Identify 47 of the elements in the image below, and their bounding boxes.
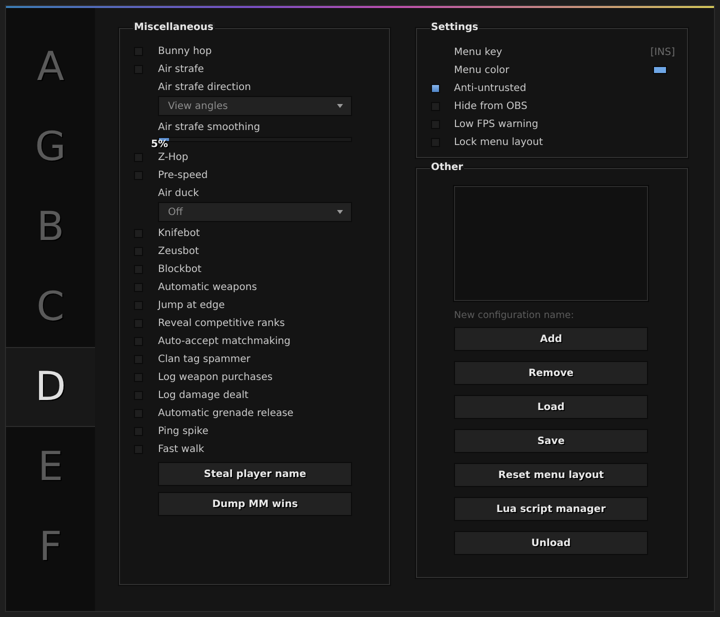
checkbox-label: Fast walk <box>158 444 204 454</box>
slider-label: Air strafe smoothing <box>158 122 260 132</box>
checkbox-label: Reveal competitive ranks <box>158 318 285 328</box>
checkbox-label: Pre-speed <box>158 170 208 180</box>
checkbox-label: Log damage dealt <box>158 390 248 400</box>
caret-icon <box>337 104 343 108</box>
caret-icon <box>337 210 343 214</box>
action-button[interactable]: Unload <box>454 531 648 555</box>
checkbox-label: Lock menu layout <box>454 136 543 148</box>
checkbox-label: Bunny hop <box>158 46 212 56</box>
checkbox-label: Anti-untrusted <box>454 82 526 94</box>
checkbox-label: Automatic weapons <box>158 282 257 292</box>
checkbox-label: Auto-accept matchmaking <box>158 336 290 346</box>
group-title: Settings <box>430 22 480 34</box>
action-button[interactable]: Load <box>454 395 648 419</box>
checkbox-label: Ping spike <box>158 426 208 436</box>
checkbox[interactable] <box>431 84 440 92</box>
keybind-value[interactable]: [INS] <box>650 46 675 58</box>
setting-label: Menu key <box>454 46 502 58</box>
dropdown[interactable]: View angles <box>158 96 352 116</box>
checkbox-label: Low FPS warning <box>454 118 538 130</box>
dropdown-label: Air duck <box>158 188 199 198</box>
dropdown[interactable]: Off <box>158 202 352 222</box>
checkbox-label: Log weapon purchases <box>158 372 273 382</box>
slider-value: 5% <box>151 139 168 150</box>
checkbox-label: Clan tag spammer <box>158 354 250 364</box>
checkbox-label: Blockbot <box>158 264 202 274</box>
checkbox-label: Knifebot <box>158 228 200 238</box>
action-button[interactable]: Reset menu layout <box>454 463 648 487</box>
checkbox-label: Air strafe <box>158 64 204 74</box>
checkbox-label: Zeusbot <box>158 246 199 256</box>
action-button[interactable]: Save <box>454 429 648 453</box>
checkbox-label: Jump at edge <box>158 300 225 310</box>
config-list[interactable] <box>454 186 648 301</box>
action-button[interactable]: Lua script manager <box>454 497 648 521</box>
checkbox-label: Z-Hop <box>158 152 188 162</box>
action-button[interactable]: Dump MM wins <box>158 492 352 516</box>
input-field[interactable]: New configuration name: <box>454 308 648 322</box>
checkbox-label: Hide from OBS <box>454 100 528 112</box>
setting-label: Menu color <box>454 64 510 76</box>
checkbox-label: Automatic grenade release <box>158 408 294 418</box>
color-swatch[interactable] <box>653 66 667 74</box>
action-button[interactable]: Steal player name <box>158 462 352 486</box>
dropdown-label: Air strafe direction <box>158 82 251 92</box>
sidebar-tab[interactable]: D <box>6 347 95 427</box>
action-button[interactable]: Add <box>454 327 648 351</box>
action-button[interactable]: Remove <box>454 361 648 385</box>
